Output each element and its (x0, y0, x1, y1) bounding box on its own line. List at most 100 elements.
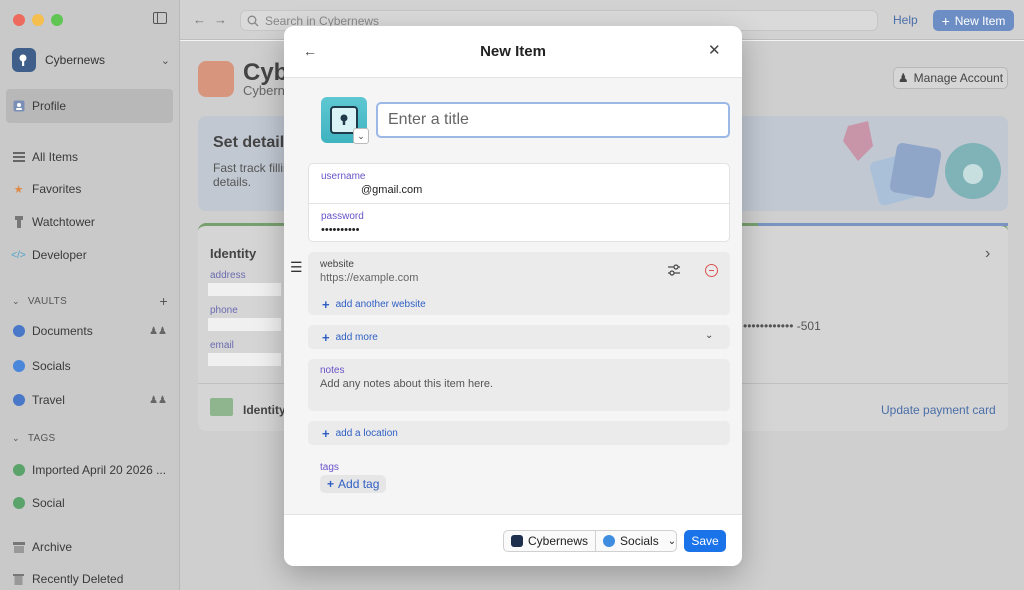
code-icon: </> (11, 249, 26, 261)
vault-icon (12, 325, 25, 338)
tag-icon (12, 497, 25, 510)
tags-heading: TAGS (27, 433, 56, 444)
chevron-right-icon[interactable]: › (985, 245, 990, 263)
watchtower-icon (12, 216, 25, 229)
address-label: address (210, 270, 246, 281)
manage-account-button[interactable]: ♟ Manage Account (893, 67, 1008, 89)
sidebar-item-label: Imported April 20 2026 ... (32, 463, 167, 477)
password-label: password (321, 211, 364, 222)
new-item-dialog: ← New Item ✕ ⌄ username @gmail.com passw… (284, 26, 742, 566)
plus-icon: + (322, 330, 330, 345)
password-field[interactable]: password •••••••••• (309, 203, 729, 242)
phone-value (208, 318, 281, 331)
sidebar-item-recently-deleted[interactable]: Recently Deleted (6, 567, 173, 590)
save-button[interactable]: Save (684, 530, 726, 552)
sidebar-item-favorites[interactable]: ★ Favorites (6, 177, 173, 201)
account-picker-label: Cybernews (528, 534, 589, 548)
profile-history-icon (198, 61, 234, 97)
add-more-button[interactable]: + add more ⌄ (308, 325, 730, 349)
profile-icon (12, 100, 25, 113)
sidebar-toggle-icon[interactable] (153, 12, 167, 24)
account-logo-icon (12, 48, 36, 72)
minimize-window-button[interactable] (32, 14, 44, 26)
add-tag-button[interactable]: + Add tag (320, 475, 387, 493)
banner-title: Set details (213, 134, 294, 151)
sidebar-item-tag-social[interactable]: Social (6, 491, 173, 515)
back-arrow-icon[interactable]: ← (193, 12, 214, 27)
email-label: email (210, 340, 234, 351)
account-selector[interactable]: Cybernews (504, 531, 595, 551)
sidebar-item-developer[interactable]: </> Developer (6, 243, 173, 267)
sidebar-item-label: Socials (32, 359, 71, 373)
vault-icon (12, 360, 25, 373)
vaults-section-header[interactable]: ⌄ VAULTS + (12, 293, 168, 309)
update-payment-card-link[interactable]: Update payment card (881, 403, 996, 417)
tags-section-header[interactable]: ⌄ TAGS (12, 433, 168, 444)
plus-icon: + (322, 426, 330, 441)
sidebar: Cybernews ⌄ Profile All Items ★ Favorite… (0, 0, 180, 590)
sidebar-item-label: Travel (32, 393, 65, 407)
add-location-label: add a location (335, 428, 398, 439)
sidebar-item-documents[interactable]: Documents ♟♟ (6, 319, 173, 343)
archive-icon (12, 541, 25, 554)
phone-label: phone (210, 305, 238, 316)
sidebar-item-watchtower[interactable]: Watchtower (6, 210, 173, 234)
forward-arrow-icon[interactable]: → (214, 12, 235, 27)
new-item-button[interactable]: + New Item (933, 10, 1014, 31)
autofill-settings-icon[interactable] (667, 264, 681, 276)
chevron-down-icon: ⌄ (160, 54, 170, 67)
email-value (208, 353, 281, 366)
add-vault-icon[interactable]: + (160, 293, 168, 309)
add-location-button[interactable]: + add a location (308, 421, 730, 445)
zoom-window-button[interactable] (51, 14, 63, 26)
sidebar-item-all-items[interactable]: All Items (6, 145, 173, 169)
card-accent (758, 223, 1008, 226)
notes-field[interactable]: notes Add any notes about this item here… (308, 359, 730, 411)
dialog-footer: Cybernews Socials ⌄ Save (284, 514, 742, 566)
password-value: •••••••••• (321, 224, 360, 236)
chevron-down-icon: ⌄ (12, 433, 20, 443)
sidebar-item-label: Developer (32, 248, 87, 262)
username-field[interactable]: username @gmail.com (309, 164, 729, 203)
plus-icon: + (322, 297, 330, 312)
tag-icon (12, 464, 25, 477)
close-window-button[interactable] (13, 14, 25, 26)
identity-icon (210, 398, 233, 416)
sidebar-item-label: Recently Deleted (32, 572, 124, 586)
shared-users-icon: ♟♟ (149, 394, 167, 406)
title-input[interactable] (376, 102, 730, 138)
sidebar-item-archive[interactable]: Archive (6, 535, 173, 559)
cybernews-logo-icon (511, 535, 523, 547)
drag-handle-icon[interactable]: ☰ (290, 259, 303, 276)
sidebar-item-label: Watchtower (32, 215, 95, 229)
new-item-label: New Item (954, 13, 1006, 28)
sidebar-item-tag-imported[interactable]: Imported April 20 2026 ... (6, 458, 173, 482)
plus-icon: + (941, 12, 950, 29)
person-icon: ♟ (897, 71, 909, 85)
sidebar-item-label: Archive (32, 540, 73, 554)
socials-vault-icon (603, 535, 616, 547)
sidebar-item-profile[interactable]: Profile (6, 89, 173, 123)
add-location-link: + add a location (322, 426, 398, 441)
vault-selector[interactable]: Socials ⌄ (595, 531, 683, 551)
manage-account-label: Manage Account (913, 71, 1004, 85)
add-more-label: add more (335, 332, 378, 343)
page-subtitle: Cybern (243, 83, 285, 98)
add-tag-label: Add tag (338, 477, 380, 491)
banner-text: Fast track fillin details. (213, 161, 290, 189)
tags-label: tags (320, 462, 339, 473)
sidebar-item-label: All Items (32, 150, 79, 164)
close-icon[interactable]: ✕ (708, 41, 721, 59)
vault-picker[interactable]: Cybernews Socials ⌄ (503, 530, 677, 552)
identity-item-label[interactable]: Identity (243, 403, 286, 417)
remove-field-icon[interactable] (705, 264, 718, 277)
chevron-down-icon: ⌄ (667, 535, 677, 547)
account-switcher[interactable]: Cybernews ⌄ (12, 47, 170, 73)
help-link[interactable]: Help (893, 13, 918, 27)
notes-placeholder: Add any notes about this item here. (320, 378, 494, 390)
sidebar-item-socials[interactable]: Socials (6, 354, 173, 378)
sidebar-item-label: Profile (32, 99, 67, 113)
add-another-website-button[interactable]: + add another website (322, 297, 426, 312)
chevron-down-icon[interactable]: ⌄ (353, 128, 369, 144)
sidebar-item-travel[interactable]: Travel ♟♟ (6, 388, 173, 412)
